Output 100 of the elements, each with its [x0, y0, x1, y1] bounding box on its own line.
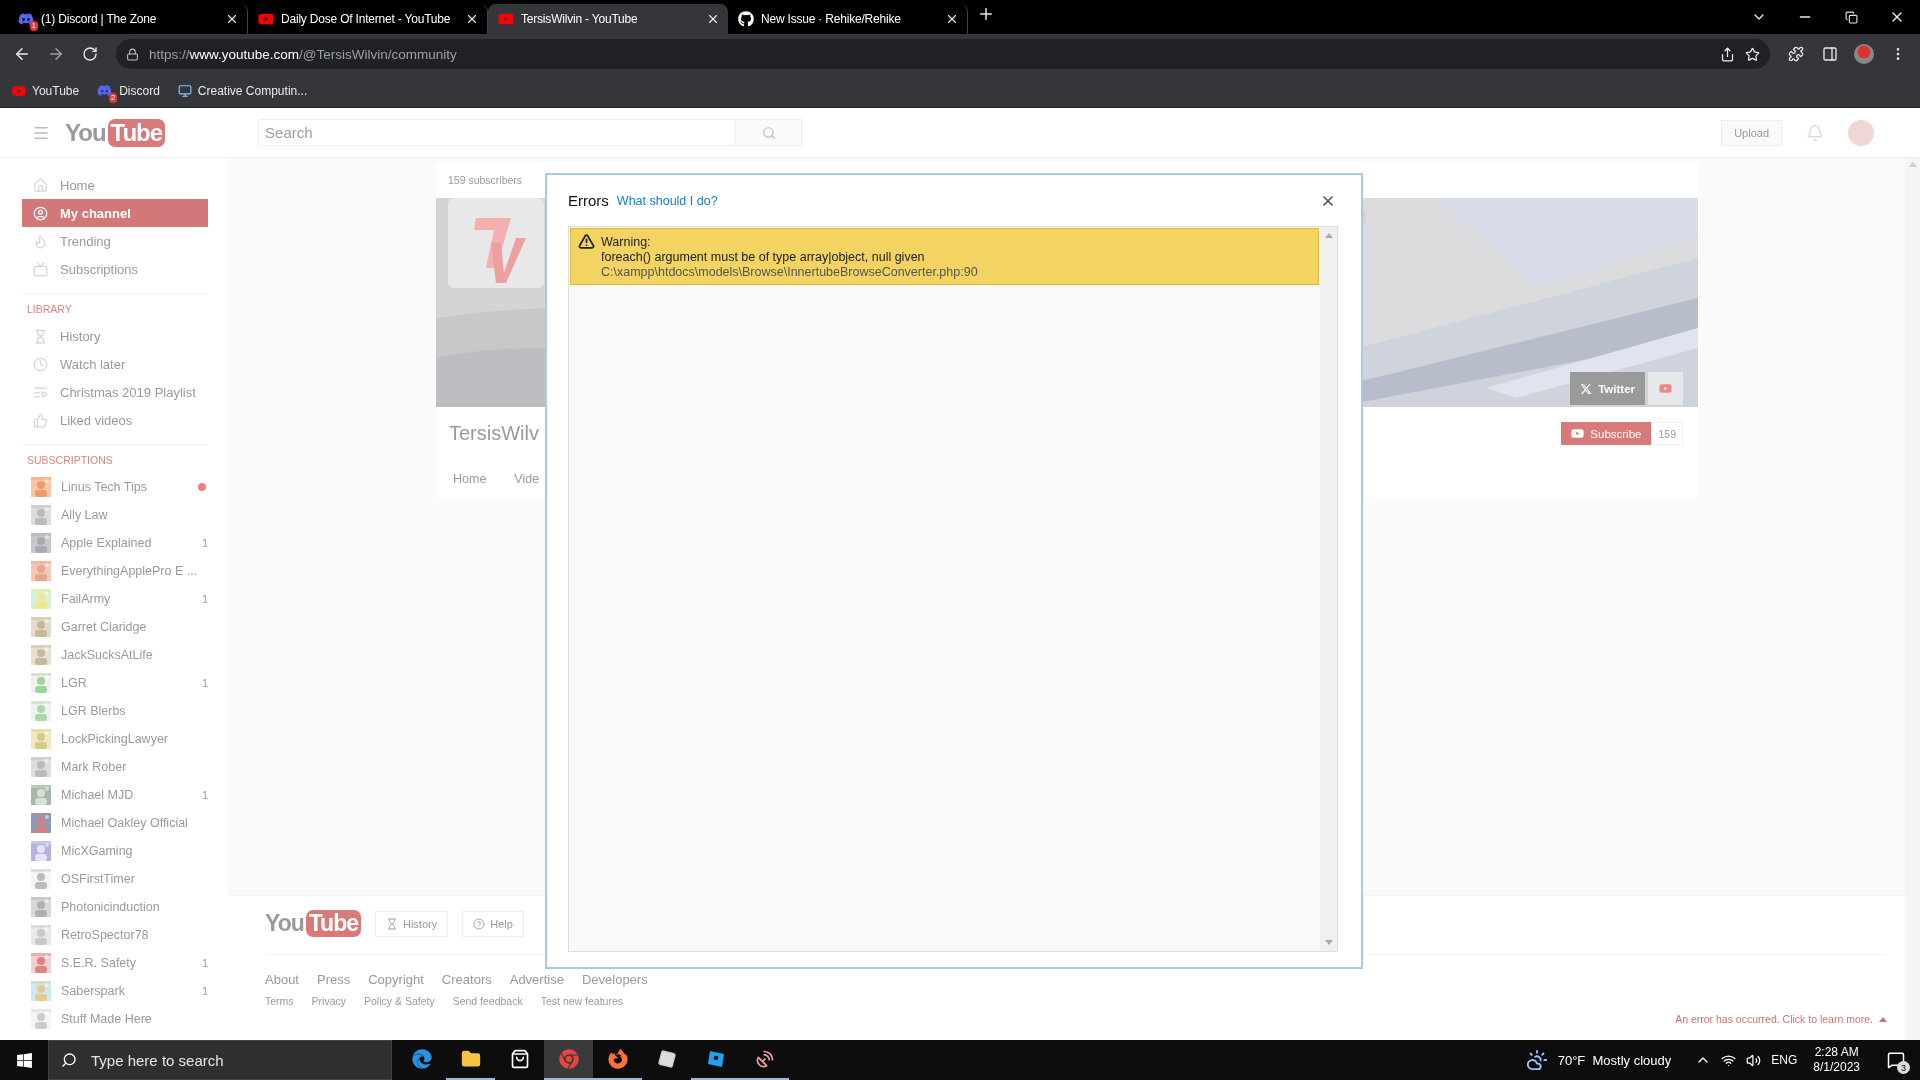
search-field[interactable]: Search [258, 119, 737, 146]
help-icon [473, 917, 486, 930]
back-icon[interactable] [13, 45, 31, 63]
subscription-item[interactable]: LockPickingLawyer [0, 725, 228, 753]
x-icon [1580, 382, 1593, 395]
subscription-item[interactable]: Stuff Made Here [0, 1005, 228, 1033]
subscription-item[interactable]: OSFirstTimer [0, 865, 228, 893]
footer-link[interactable]: Creators [441, 972, 492, 987]
star-icon[interactable] [1745, 46, 1760, 62]
help-link[interactable]: What should I do? [616, 193, 718, 208]
history-button[interactable]: History [374, 910, 449, 937]
subscribe-button[interactable]: Subscribe [1561, 422, 1652, 445]
footer-link[interactable]: Copyright [368, 972, 424, 987]
footer-link[interactable]: Send feedback [452, 995, 523, 1007]
close-icon[interactable] [465, 12, 479, 26]
puzzle-icon[interactable] [1788, 46, 1804, 62]
footer-link[interactable]: Test new features [540, 995, 623, 1007]
channel-tab[interactable]: Home [453, 471, 487, 486]
weather-icon[interactable] [1525, 1049, 1548, 1071]
language-indicator[interactable]: ENG [1771, 1053, 1798, 1067]
sidebar-item[interactable]: Christmas 2019 Playlist [22, 378, 208, 406]
scroll-bar[interactable] [1905, 158, 1920, 1040]
channel-tab[interactable]: Vide [514, 471, 540, 486]
reload-icon[interactable] [82, 46, 98, 62]
close-icon[interactable] [706, 12, 720, 26]
taskbar-search[interactable]: Type here to search [48, 1040, 392, 1080]
subscription-item[interactable]: Apple Explained 1 [0, 529, 228, 557]
footer-link[interactable]: Privacy [311, 995, 347, 1007]
folder-icon [460, 1049, 481, 1069]
subscription-item[interactable]: EverythingApplePro E ... [0, 557, 228, 585]
volume-icon[interactable] [1746, 1052, 1762, 1068]
footer-link[interactable]: About [265, 972, 299, 987]
subscription-item[interactable]: Garret Claridge [0, 613, 228, 641]
scroll-bar[interactable] [1320, 227, 1337, 951]
twitter-link[interactable]: Twitter [1570, 372, 1645, 405]
search-icon [761, 125, 776, 140]
taskbar-search-field[interactable]: Type here to search [89, 1050, 379, 1070]
count: 1 [201, 957, 208, 969]
clock-icon [33, 356, 48, 372]
sidebar-item[interactable]: Watch later [22, 350, 208, 378]
count: 1 [201, 789, 208, 801]
forward-icon[interactable] [47, 45, 65, 63]
subscription-item[interactable]: LGR Blerbs [0, 697, 228, 725]
windows-icon [15, 1051, 33, 1069]
subscription-item[interactable]: Mark Rober [0, 753, 228, 781]
error-notice[interactable]: An error has occurred. Click to learn more. [1675, 1013, 1887, 1025]
subscription-item[interactable]: Photonicinduction [0, 893, 228, 921]
footer-link[interactable]: Advertise [509, 972, 564, 987]
subscription-item[interactable]: Ally Law [0, 501, 228, 529]
footer-link[interactable]: Terms [265, 995, 294, 1007]
subscription-item[interactable]: Linus Tech Tips [0, 473, 228, 501]
close-icon[interactable] [225, 12, 239, 26]
play-icon [258, 11, 274, 27]
bookmark[interactable]: 2 Discord [95, 79, 162, 102]
subscription-item[interactable]: S.E.R. Safety 1 [0, 949, 228, 977]
upload-button[interactable]: Upload [1721, 119, 1782, 146]
subscription-item[interactable]: RetroSpector78 [0, 921, 228, 949]
notification-count: 3 [1897, 1061, 1910, 1074]
subscription-item[interactable]: FailArmy 1 [0, 585, 228, 613]
count: 1 [201, 537, 208, 549]
profile-avatar[interactable] [1854, 44, 1874, 64]
share-icon[interactable] [1720, 46, 1735, 62]
footer-link[interactable]: Policy & Safety [364, 995, 435, 1007]
clock[interactable]: 2:28 AM 8/1/2023 [1807, 1045, 1866, 1075]
address-bar[interactable]: https://www.youtube.com/@TersisWilvin/community [116, 39, 1770, 69]
subscription-item[interactable]: JackSucksAtLife [0, 641, 228, 669]
plus-icon[interactable] [977, 5, 995, 23]
browser-tab[interactable]: TersisWilvin - YouTube [488, 4, 728, 34]
subscription-item[interactable]: Michael Oakley Official [0, 809, 228, 837]
bookmark[interactable]: Creative Computin... [175, 80, 310, 101]
close-icon[interactable] [945, 12, 959, 26]
subscription-item[interactable]: Saberspark 1 [0, 977, 228, 1005]
subscription-item[interactable]: LGR 1 [0, 669, 228, 697]
sidebar-item[interactable]: History [22, 322, 208, 350]
logo: You Tube [65, 118, 166, 147]
sidebar-item[interactable]: Home [22, 171, 208, 199]
weather-text[interactable]: 70°F Mostly cloudy [1557, 1052, 1672, 1068]
sidebar-item[interactable]: My channel [22, 199, 208, 227]
tv-icon [33, 261, 48, 277]
warning-label: Warning: [601, 235, 652, 250]
help-button[interactable]: Help [462, 910, 524, 937]
warning-icon [578, 233, 595, 250]
side-panel-icon[interactable] [1822, 46, 1838, 62]
thumbs-up-icon [33, 412, 48, 428]
sidebar-item[interactable]: Trending [22, 227, 208, 255]
footer-link[interactable]: Developers [581, 972, 648, 987]
notification-button[interactable]: 3 [1876, 1040, 1916, 1080]
footer-link[interactable]: Press [317, 972, 351, 987]
bookmark[interactable]: YouTube [10, 80, 82, 101]
subscription-item[interactable]: MicXGaming [0, 837, 228, 865]
sidebar-item[interactable]: Liked videos [22, 406, 208, 434]
restore-icon[interactable] [1844, 10, 1858, 24]
count: 1 [201, 593, 208, 605]
lock-icon [126, 47, 139, 61]
browser-icon [411, 1049, 432, 1069]
sidebar-item[interactable]: Subscriptions [22, 255, 208, 283]
message-icon [1887, 1051, 1905, 1069]
subscription-item[interactable]: Michael MJD 1 [0, 781, 228, 809]
cat-icon [738, 11, 754, 27]
wifi-icon[interactable] [1721, 1052, 1737, 1068]
